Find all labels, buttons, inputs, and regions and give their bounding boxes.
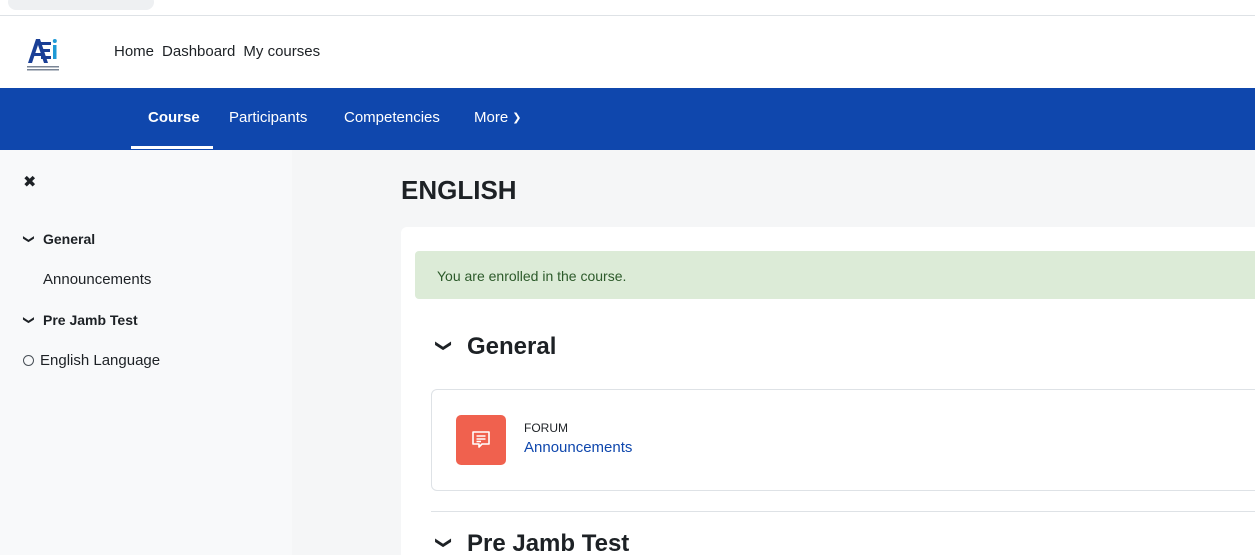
nav-my-courses-link[interactable]: My courses — [243, 43, 320, 60]
drawer-item-english-language[interactable]: English Language — [23, 352, 160, 369]
enrolled-alert: You are enrolled in the course. — [415, 251, 1255, 299]
chevron-down-icon: ❯ — [435, 536, 452, 550]
drawer-section-label: General — [43, 231, 96, 247]
tab-pill[interactable] — [8, 0, 154, 10]
activity-forum-announcements: FORUM Announcements — [431, 389, 1255, 491]
primary-nav-links: Home Dashboard My courses — [114, 43, 328, 60]
activity-link-announcements[interactable]: Announcements — [524, 439, 632, 456]
course-content-card: You are enrolled in the course. ❯ General… — [401, 227, 1255, 555]
circle-icon — [23, 355, 34, 366]
primary-navbar: Home Dashboard My courses — [0, 16, 1255, 88]
section-general-heading[interactable]: ❯ General — [435, 333, 557, 361]
page-title: ENGLISH — [401, 175, 517, 205]
tab-participants[interactable]: Participants — [229, 109, 307, 126]
drawer-item-announcements[interactable]: Announcements — [43, 271, 151, 288]
tab-more-label: More — [474, 109, 509, 126]
tab-competencies[interactable]: Competencies — [344, 109, 440, 126]
main-content: ENGLISH You are enrolled in the course. … — [292, 150, 1255, 555]
drawer-section-label: Pre Jamb Test — [43, 312, 138, 328]
drawer-section-pre-jamb-test[interactable]: ❯ Pre Jamb Test — [23, 312, 138, 328]
drawer-section-general[interactable]: ❯ General — [22, 231, 96, 247]
forum-icon — [456, 415, 506, 465]
activity-type-label: FORUM — [524, 421, 568, 435]
chevron-down-icon: ❯ — [22, 234, 35, 244]
section-title-label: Pre Jamb Test — [467, 530, 630, 555]
chevron-down-icon: ❯ — [22, 315, 35, 325]
tab-more[interactable]: More ❯ — [474, 109, 521, 126]
section-title-label: General — [467, 333, 557, 360]
drawer-item-label: English Language — [40, 352, 161, 369]
section-pre-jamb-test-heading[interactable]: ❯ Pre Jamb Test — [435, 530, 630, 555]
course-index-drawer: ✖ ❯ General Announcements ❯ Pre Jamb Test … — [0, 150, 292, 555]
chevron-down-icon: ❯ — [512, 112, 522, 124]
close-icon[interactable]: ✖ — [23, 172, 36, 192]
browser-top-strip — [0, 0, 1255, 16]
nav-dashboard-link[interactable]: Dashboard — [162, 43, 235, 60]
course-secondary-nav: Course Participants Competencies More ❯ — [0, 88, 1255, 150]
nav-home-link[interactable]: Home — [114, 43, 154, 60]
chevron-down-icon: ❯ — [435, 339, 452, 353]
academy-logo-icon[interactable] — [24, 33, 64, 73]
section-divider — [431, 511, 1255, 512]
active-tab-indicator — [131, 146, 213, 149]
tab-course[interactable]: Course — [148, 109, 200, 126]
